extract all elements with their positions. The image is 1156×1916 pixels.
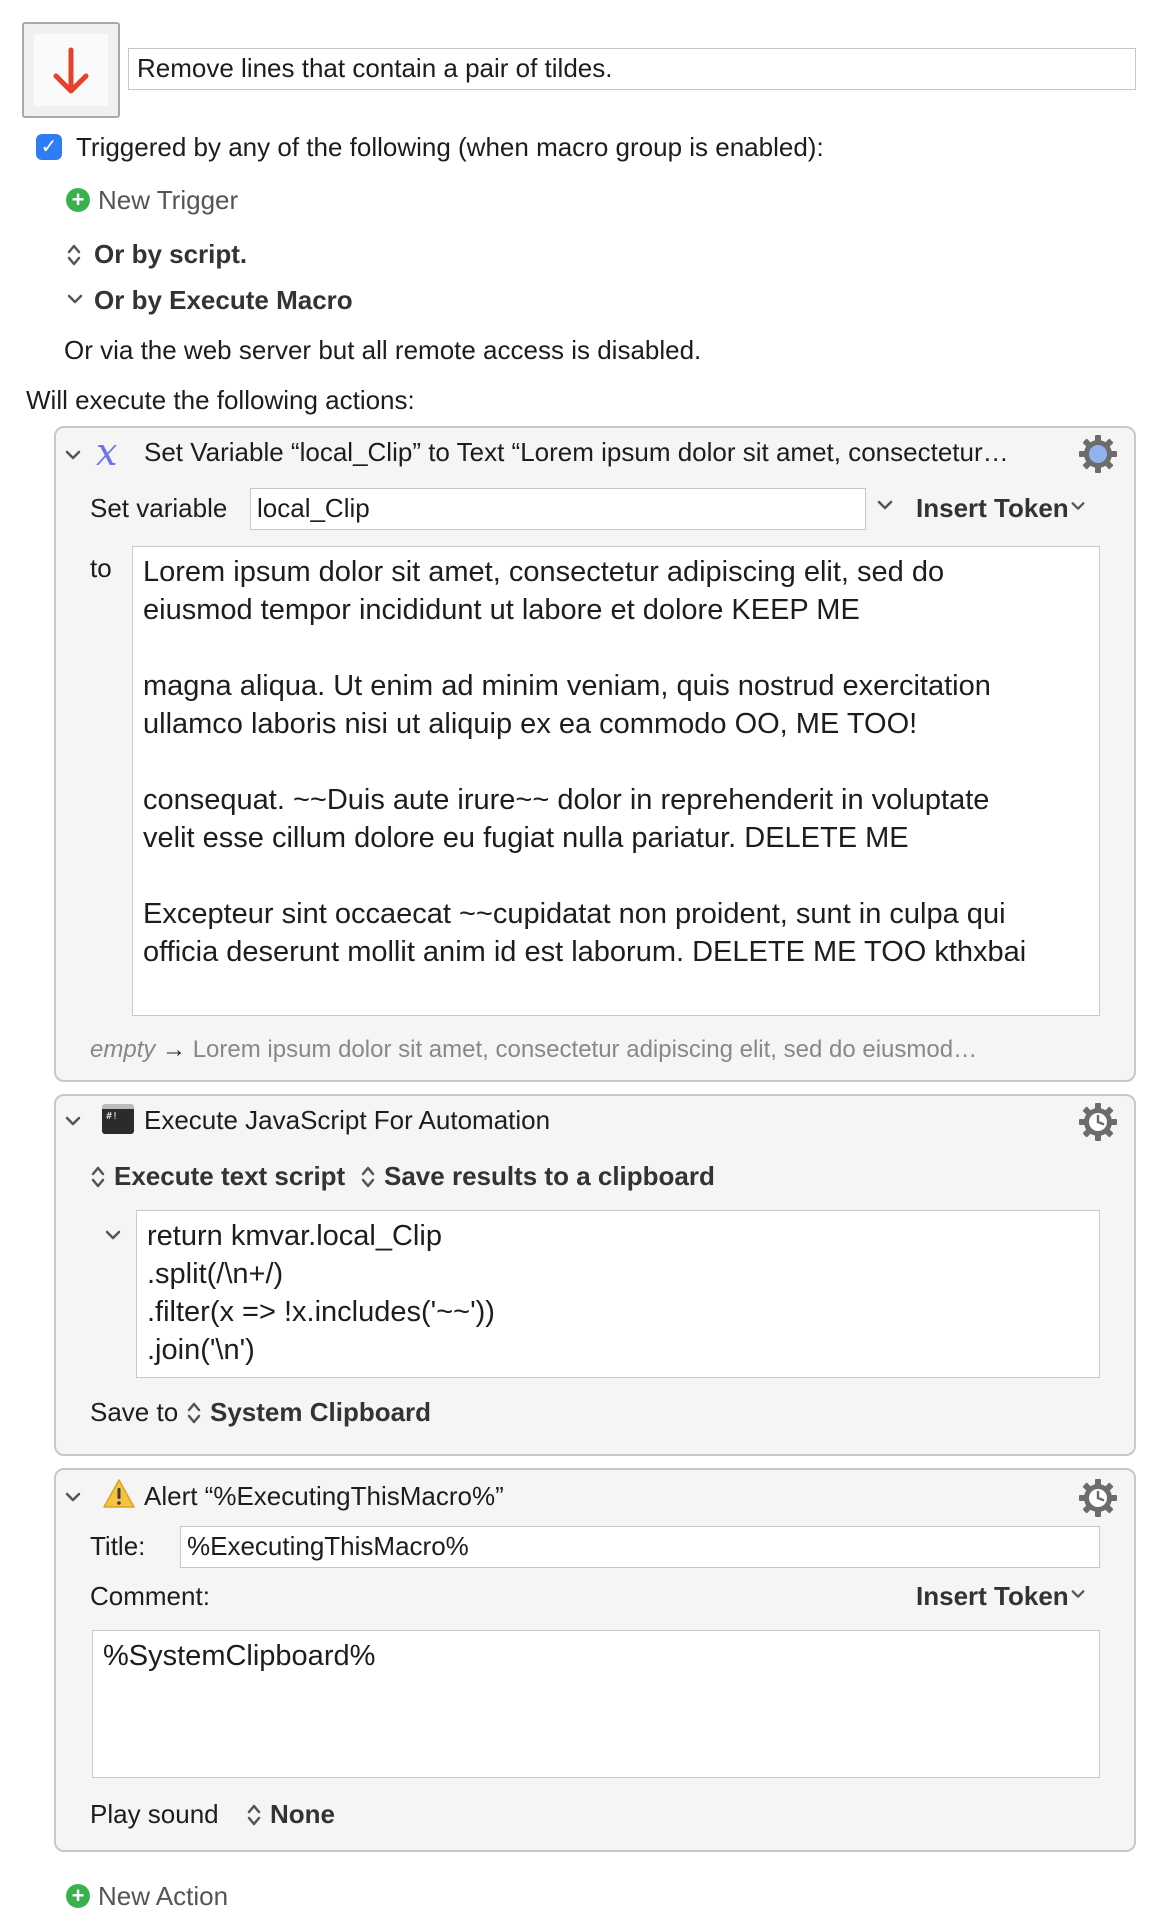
- updown-chevron-icon[interactable]: [186, 1400, 202, 1426]
- save-to-label: Save to: [90, 1397, 179, 1427]
- updown-chevron-icon[interactable]: [66, 242, 82, 268]
- will-execute-label: Will execute the following actions:: [26, 385, 415, 415]
- action-header: Execute JavaScript For Automation: [144, 1105, 551, 1135]
- macro-icon-well[interactable]: [22, 22, 120, 118]
- new-action-plus-icon[interactable]: +: [66, 1884, 90, 1908]
- action-alert[interactable]: Alert “%ExecutingThisMacro%” Title: %Exe…: [54, 1468, 1136, 1852]
- alert-title-field[interactable]: %ExecutingThisMacro%: [180, 1526, 1100, 1568]
- save-to-popup[interactable]: System Clipboard: [210, 1396, 431, 1428]
- variable-x-icon: 𝑥: [96, 430, 118, 474]
- to-label: to: [90, 553, 112, 583]
- preview-text: Lorem ipsum dolor sit amet, consectetur …: [192, 1036, 978, 1063]
- chevron-down-icon[interactable]: [1070, 1586, 1086, 1602]
- comment-label: Comment:: [90, 1581, 210, 1611]
- updown-chevron-icon[interactable]: [90, 1164, 106, 1190]
- terminal-icon: #!: [102, 1104, 134, 1134]
- variable-dropdown-chevron-icon[interactable]: [876, 496, 894, 514]
- triggered-checkbox[interactable]: ✓: [36, 134, 62, 160]
- gear-icon[interactable]: [1078, 434, 1118, 474]
- action-header: Alert “%ExecutingThisMacro%”: [144, 1481, 504, 1511]
- triggered-label: Triggered by any of the following (when …: [76, 132, 824, 162]
- chevron-down-icon[interactable]: [64, 1488, 82, 1506]
- insert-token-button[interactable]: Insert Token: [916, 492, 1069, 524]
- clock-gear-icon[interactable]: [1078, 1102, 1118, 1142]
- script-editor[interactable]: return kmvar.local_Clip .split(/\n+/) .f…: [136, 1210, 1100, 1378]
- insert-token-button[interactable]: Insert Token: [916, 1580, 1069, 1612]
- warning-icon: [103, 1479, 135, 1508]
- comment-editor[interactable]: %SystemClipboard%: [92, 1630, 1100, 1778]
- clock-gear-icon[interactable]: [1078, 1478, 1118, 1518]
- action-header: Set Variable “local_Clip” to Text “Lorem…: [144, 437, 1009, 467]
- new-trigger-plus-icon[interactable]: +: [66, 188, 90, 212]
- execute-mode-popup[interactable]: Execute text script: [114, 1160, 345, 1192]
- updown-chevron-icon[interactable]: [246, 1802, 262, 1828]
- action-execute-javascript[interactable]: #! Execute JavaScript For Automation Exe…: [54, 1094, 1136, 1456]
- updown-chevron-icon[interactable]: [360, 1164, 376, 1190]
- preview-arrow-icon: →: [162, 1036, 187, 1063]
- or-by-execute-macro-toggle[interactable]: Or by Execute Macro: [94, 284, 353, 316]
- web-server-note: Or via the web server but all remote acc…: [64, 335, 702, 365]
- variable-name-field[interactable]: local_Clip: [250, 488, 866, 530]
- arrow-down-icon: [53, 47, 89, 94]
- play-sound-popup[interactable]: None: [270, 1798, 335, 1830]
- chevron-down-icon[interactable]: [64, 1112, 82, 1130]
- save-results-popup[interactable]: Save results to a clipboard: [384, 1160, 715, 1192]
- chevron-down-icon[interactable]: [64, 446, 82, 464]
- title-label: Title:: [90, 1531, 146, 1561]
- play-sound-label: Play sound: [90, 1799, 219, 1829]
- set-variable-label: Set variable: [90, 493, 228, 523]
- action-set-variable[interactable]: 𝑥 Set Variable “local_Clip” to Text “Lor…: [54, 426, 1136, 1082]
- text-value-editor[interactable]: Lorem ipsum dolor sit amet, consectetur …: [132, 546, 1100, 1016]
- new-trigger-button[interactable]: New Trigger: [98, 184, 238, 216]
- macro-title-field[interactable]: Remove lines that contain a pair of tild…: [128, 48, 1136, 90]
- preview-empty: empty: [90, 1036, 156, 1063]
- chevron-down-icon[interactable]: [66, 290, 84, 308]
- chevron-down-icon[interactable]: [104, 1226, 122, 1244]
- or-by-script-toggle[interactable]: Or by script.: [94, 238, 247, 270]
- chevron-down-icon[interactable]: [1070, 498, 1086, 514]
- preview-line: empty → Lorem ipsum dolor sit amet, cons…: [90, 1034, 1100, 1066]
- new-action-button[interactable]: New Action: [98, 1880, 228, 1912]
